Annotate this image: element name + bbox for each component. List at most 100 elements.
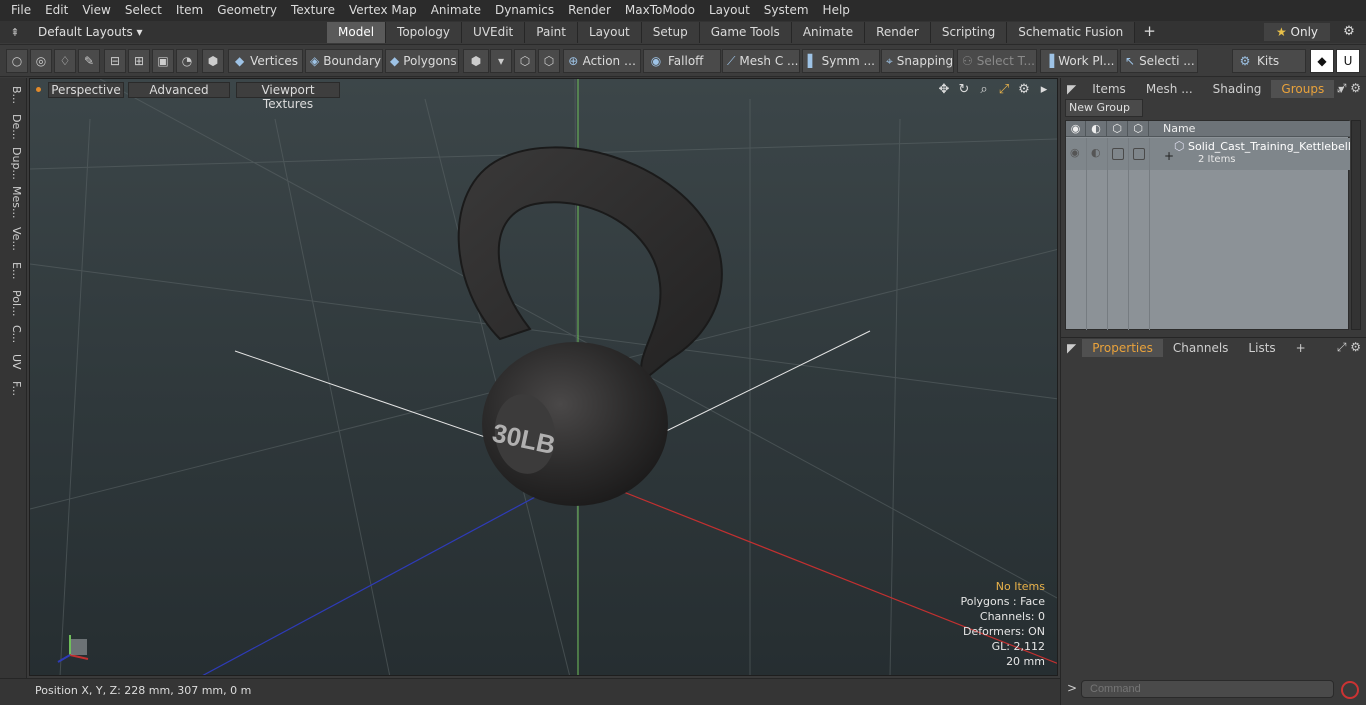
- strip-tab-basic[interactable]: B...: [3, 82, 23, 108]
- tab-setup[interactable]: Setup: [641, 22, 700, 43]
- add-tab-icon[interactable]: +: [1286, 339, 1316, 357]
- unreal-button[interactable]: U: [1336, 49, 1360, 73]
- menu-texture[interactable]: Texture: [284, 0, 342, 21]
- tab-game-tools[interactable]: Game Tools: [699, 22, 792, 43]
- menu-vertex-map[interactable]: Vertex Map: [342, 0, 424, 21]
- zoom-view-icon[interactable]: ⌕: [977, 82, 991, 97]
- action-center-button[interactable]: ⊕ Action …: [563, 49, 641, 73]
- tab-items[interactable]: Items: [1082, 80, 1136, 98]
- lasso-button[interactable]: ◔: [176, 49, 198, 73]
- rotate-view-icon[interactable]: ↻: [957, 82, 971, 97]
- falloff-button[interactable]: ◉ Falloff: [643, 49, 721, 73]
- menu-dynamics[interactable]: Dynamics: [488, 0, 561, 21]
- select-column-icon[interactable]: ⬡: [1128, 121, 1149, 137]
- viewport-menu-dot[interactable]: [36, 87, 41, 92]
- lock-column-icon[interactable]: ◐: [1086, 121, 1107, 137]
- center-button[interactable]: ⊞: [128, 49, 150, 73]
- globe-button[interactable]: ◎: [30, 49, 52, 73]
- tab-paint[interactable]: Paint: [525, 22, 578, 43]
- tab-model[interactable]: Model: [327, 22, 387, 43]
- strip-tab-duplicate[interactable]: Dup...: [3, 146, 23, 180]
- tab-groups[interactable]: Groups: [1271, 80, 1335, 98]
- viewport-expand-icon[interactable]: ▸: [1037, 82, 1051, 97]
- layout-expand-icon[interactable]: ⇞: [0, 21, 30, 43]
- add-tab-icon[interactable]: +: [1135, 21, 1164, 42]
- strip-tab-deform[interactable]: De...: [3, 112, 23, 142]
- only-button[interactable]: ★ Only: [1264, 23, 1330, 41]
- menu-select[interactable]: Select: [118, 0, 169, 21]
- menu-maxtomodo[interactable]: MaxToModo: [618, 0, 702, 21]
- move-view-icon[interactable]: ✥: [937, 82, 951, 97]
- tab-layout[interactable]: Layout: [577, 22, 642, 43]
- menu-file[interactable]: File: [4, 0, 38, 21]
- strip-tab-mesh-edit[interactable]: Mes...: [3, 184, 23, 220]
- material-button[interactable]: ⬢: [463, 49, 489, 73]
- menu-view[interactable]: View: [75, 0, 117, 21]
- new-group-button[interactable]: New Group: [1065, 99, 1143, 117]
- tab-mesh[interactable]: Mesh ...: [1136, 80, 1203, 98]
- vertices-button[interactable]: ◆ Vertices: [228, 49, 303, 73]
- tab-scripting[interactable]: Scripting: [930, 22, 1008, 43]
- panel-menu-icon[interactable]: ◤: [1061, 339, 1082, 357]
- select-through-button[interactable]: ⚇ Select T...: [957, 49, 1037, 73]
- symmetry-y-button[interactable]: ⬡: [538, 49, 560, 73]
- tab-uvedit[interactable]: UVEdit: [462, 22, 526, 43]
- material-dropdown[interactable]: ▾: [490, 49, 512, 73]
- box-button[interactable]: ▣: [152, 49, 174, 73]
- unity-button[interactable]: ◆: [1310, 49, 1334, 73]
- strip-tab-polygon[interactable]: Pol...: [3, 286, 23, 320]
- work-plane-button[interactable]: ▐ Work Pl...: [1040, 49, 1118, 73]
- brush-button[interactable]: ✎: [78, 49, 100, 73]
- tab-channels[interactable]: Channels: [1163, 339, 1239, 357]
- group-row[interactable]: ◉ ◐ + ⬡ Solid_Cast_Training_Kettlebell..…: [1066, 138, 1361, 170]
- tab-lists[interactable]: Lists: [1238, 339, 1285, 357]
- pen-button[interactable]: ♢: [54, 49, 76, 73]
- menu-system[interactable]: System: [757, 0, 816, 21]
- menu-animate[interactable]: Animate: [424, 0, 488, 21]
- select-toggle-checkbox[interactable]: [1133, 148, 1145, 160]
- tab-topology[interactable]: Topology: [386, 22, 463, 43]
- tab-animate[interactable]: Animate: [791, 22, 866, 43]
- render-column-icon[interactable]: ⬡: [1107, 121, 1128, 137]
- tab-shading[interactable]: Shading: [1203, 80, 1272, 98]
- snapping-button[interactable]: ⌖ Snapping: [881, 49, 954, 73]
- menu-layout[interactable]: Layout: [702, 0, 757, 21]
- lock-toggle-icon[interactable]: ◐: [1091, 146, 1101, 159]
- advanced-dropdown[interactable]: Advanced: [128, 82, 230, 98]
- groups-scrollbar[interactable]: [1351, 120, 1361, 330]
- symmetry-x-button[interactable]: ⬡: [514, 49, 536, 73]
- kettlebell-model[interactable]: 30LB: [457, 146, 723, 506]
- panel-expand-gear-icon[interactable]: ⤢ ⚙: [1337, 340, 1361, 355]
- layout-preset-dropdown[interactable]: Default Layouts ▾: [32, 23, 143, 41]
- strip-tab-edge[interactable]: E...: [3, 258, 23, 284]
- viewport-settings-icon[interactable]: ⚙: [1017, 82, 1031, 97]
- item-mode-button[interactable]: ⬢: [202, 49, 224, 73]
- menu-item[interactable]: Item: [169, 0, 210, 21]
- polygons-button[interactable]: ◆ Polygons: [385, 49, 459, 73]
- kits-button[interactable]: ⚙ Kits: [1232, 49, 1306, 73]
- align-button[interactable]: ⊟: [104, 49, 126, 73]
- boundary-button[interactable]: ◈ Boundary: [305, 49, 383, 73]
- gear-icon[interactable]: ⚙: [1338, 23, 1360, 41]
- menu-render[interactable]: Render: [561, 0, 618, 21]
- viewport-textures-dropdown[interactable]: Viewport Textures: [236, 82, 340, 111]
- strip-tab-uv[interactable]: UV: [3, 352, 23, 372]
- name-column-header[interactable]: Name: [1149, 121, 1350, 137]
- panel-menu-icon[interactable]: ◤: [1061, 80, 1082, 98]
- selection-sets-button[interactable]: ↖ Selecti ...: [1120, 49, 1198, 73]
- command-input[interactable]: [1081, 680, 1334, 698]
- expand-plus-icon[interactable]: +: [1164, 149, 1174, 163]
- strip-tab-vertex[interactable]: Ve...: [3, 224, 23, 254]
- strip-tab-curve[interactable]: C...: [3, 322, 23, 346]
- visibility-eye-icon[interactable]: ◉: [1070, 146, 1080, 159]
- panel-expand-gear-icon[interactable]: ⤢ ⚙: [1337, 81, 1361, 96]
- render-toggle-checkbox[interactable]: [1112, 148, 1124, 160]
- fit-view-icon[interactable]: ⤢: [997, 82, 1011, 97]
- tab-schematic-fusion[interactable]: Schematic Fusion: [1007, 22, 1136, 43]
- menu-help[interactable]: Help: [816, 0, 857, 21]
- record-macro-icon[interactable]: [1341, 681, 1359, 699]
- menu-edit[interactable]: Edit: [38, 0, 75, 21]
- 3d-viewport[interactable]: 30LB Perspective Advanced Viewport Textu…: [29, 78, 1058, 676]
- select-circle-button[interactable]: ○: [6, 49, 28, 73]
- menu-geometry[interactable]: Geometry: [210, 0, 284, 21]
